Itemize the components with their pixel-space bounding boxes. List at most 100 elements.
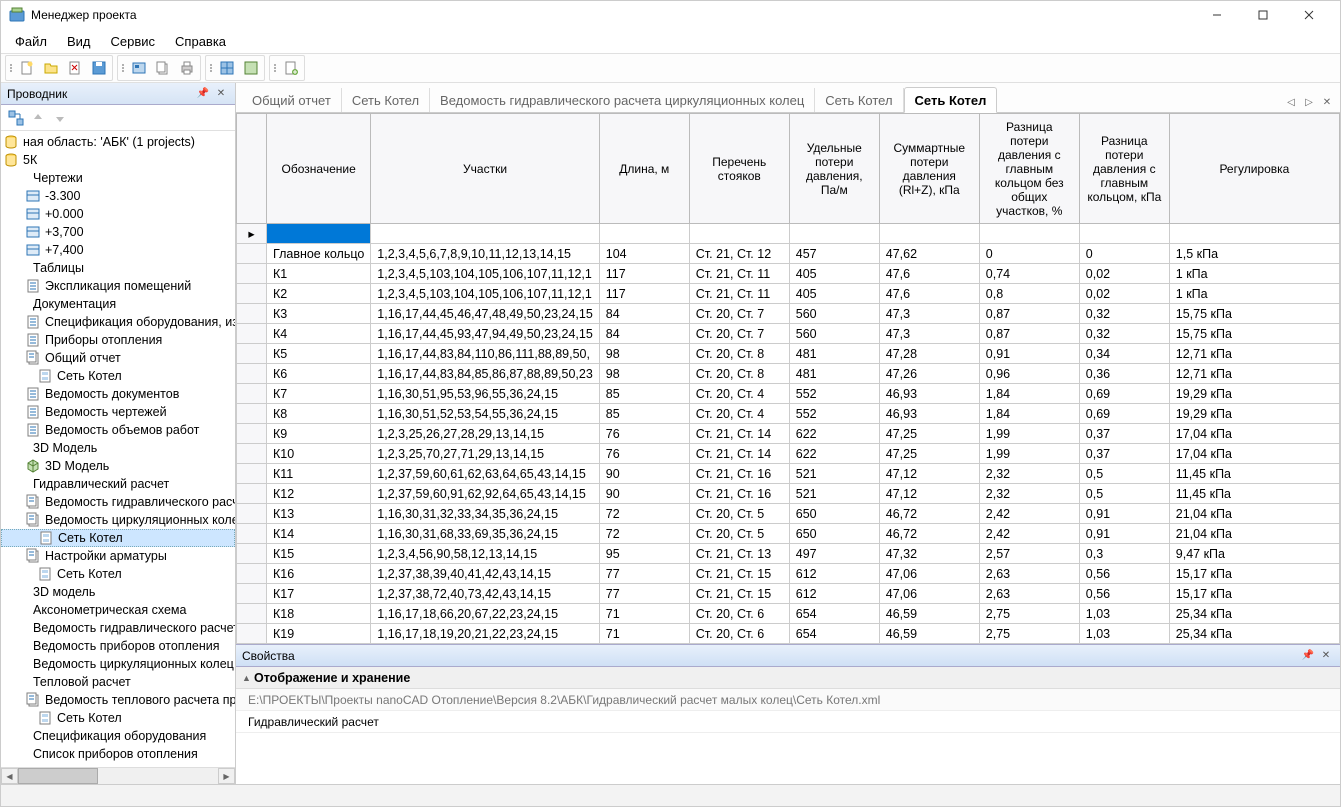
cell[interactable]: 47,06 — [879, 584, 979, 604]
cell[interactable]: 1,84 — [979, 384, 1079, 404]
cell[interactable]: 0,37 — [1079, 424, 1169, 444]
column-header[interactable]: Обозначение — [267, 114, 371, 224]
cell[interactable]: 1,16,17,44,83,84,85,86,87,88,89,50,23 — [371, 364, 599, 384]
cell[interactable]: 1,16,30,51,95,53,96,55,36,24,15 — [371, 384, 599, 404]
cell[interactable]: 622 — [789, 424, 879, 444]
cell[interactable]: 0,87 — [979, 324, 1079, 344]
cell[interactable]: Ст. 21, Ст. 15 — [689, 564, 789, 584]
cell[interactable]: 0,02 — [1079, 284, 1169, 304]
cell[interactable]: 1,2,3,4,5,103,104,105,106,107,11,12,1 — [371, 264, 599, 284]
cell[interactable]: Ст. 20, Ст. 7 — [689, 304, 789, 324]
cell[interactable]: 21,04 кПа — [1169, 504, 1339, 524]
row-header[interactable] — [237, 404, 267, 424]
cell[interactable]: Ст. 20, Ст. 5 — [689, 524, 789, 544]
cell[interactable]: 2,63 — [979, 584, 1079, 604]
cell[interactable]: 1 кПа — [1169, 264, 1339, 284]
tree-node[interactable]: Ведомость документов — [1, 385, 235, 403]
cell[interactable]: 1,2,3,25,26,27,28,29,13,14,15 — [371, 424, 599, 444]
cell[interactable]: 521 — [789, 484, 879, 504]
cell[interactable]: 19,29 кПа — [1169, 384, 1339, 404]
scroll-right-icon[interactable]: ▶ — [218, 768, 235, 784]
tree-node[interactable]: +7,400 — [1, 241, 235, 259]
cell[interactable]: 2,42 — [979, 524, 1079, 544]
cell[interactable]: 47,06 — [879, 564, 979, 584]
property-path[interactable]: E:\ПРОЕКТЫ\Проекты nanoCAD Отопление\Вер… — [236, 689, 1340, 711]
cell[interactable]: 2,57 — [979, 544, 1079, 564]
row-header[interactable] — [237, 264, 267, 284]
data-grid[interactable]: ОбозначениеУчасткиДлина, мПеречень стояк… — [236, 113, 1340, 644]
tree-node[interactable]: Ведомость циркуляционных колец — [1, 655, 235, 673]
tree-node[interactable]: Аксонометрическая схема — [1, 601, 235, 619]
cell[interactable]: 76 — [599, 424, 689, 444]
cell[interactable]: 25,34 кПа — [1169, 604, 1339, 624]
cell[interactable] — [689, 224, 789, 244]
cell[interactable]: 1,03 — [1079, 604, 1169, 624]
cell[interactable]: 1,2,37,38,39,40,41,42,43,14,15 — [371, 564, 599, 584]
cell[interactable]: 1,03 — [1079, 624, 1169, 644]
cell[interactable]: 77 — [599, 584, 689, 604]
tab-nav-close-icon[interactable]: ✕ — [1320, 97, 1334, 108]
copy-icon[interactable] — [152, 57, 174, 79]
cell[interactable]: 47,62 — [879, 244, 979, 264]
property-kind[interactable]: Гидравлический расчет — [236, 711, 1340, 733]
row-header[interactable] — [237, 364, 267, 384]
cell[interactable]: 1,2,3,4,5,103,104,105,106,107,11,12,1 — [371, 284, 599, 304]
tab[interactable]: Ведомость гидравлического расчета циркул… — [430, 88, 815, 112]
cell[interactable] — [879, 224, 979, 244]
row-header[interactable] — [237, 564, 267, 584]
row-header[interactable] — [237, 384, 267, 404]
cell[interactable]: К13 — [267, 504, 371, 524]
cell[interactable]: 2,42 — [979, 504, 1079, 524]
cell[interactable]: 1,16,17,18,66,20,67,22,23,24,15 — [371, 604, 599, 624]
grid-icon[interactable] — [216, 57, 238, 79]
cell[interactable]: 0,69 — [1079, 384, 1169, 404]
cell[interactable]: К3 — [267, 304, 371, 324]
row-header[interactable] — [237, 584, 267, 604]
tree-node[interactable]: Экспликация помещений — [1, 277, 235, 295]
cell[interactable]: 71 — [599, 604, 689, 624]
cell[interactable]: 0,5 — [1079, 464, 1169, 484]
cell[interactable]: 84 — [599, 324, 689, 344]
cell[interactable]: 15,17 кПа — [1169, 564, 1339, 584]
cell[interactable]: 497 — [789, 544, 879, 564]
row-header[interactable] — [237, 604, 267, 624]
cell[interactable]: 19,29 кПа — [1169, 404, 1339, 424]
table-row[interactable]: К41,16,17,44,45,93,47,94,49,50,23,24,158… — [237, 324, 1340, 344]
tree-node[interactable]: Сеть Котел — [1, 709, 235, 727]
tree-node[interactable]: Сеть Котел — [1, 529, 235, 547]
cell[interactable]: 481 — [789, 344, 879, 364]
cell[interactable]: 11,45 кПа — [1169, 484, 1339, 504]
cell[interactable]: 0,91 — [1079, 504, 1169, 524]
column-header[interactable]: Удельные потери давления, Па/м — [789, 114, 879, 224]
cell[interactable]: Ст. 20, Ст. 7 — [689, 324, 789, 344]
cell[interactable]: 0,32 — [1079, 324, 1169, 344]
cell[interactable]: 0,3 — [1079, 544, 1169, 564]
cell[interactable]: 47,3 — [879, 304, 979, 324]
table-row[interactable]: К31,16,17,44,45,46,47,48,49,50,23,24,158… — [237, 304, 1340, 324]
cell[interactable]: 521 — [789, 464, 879, 484]
cell[interactable]: 11,45 кПа — [1169, 464, 1339, 484]
tree-node[interactable]: 5К — [1, 151, 235, 169]
cell[interactable]: 654 — [789, 604, 879, 624]
column-header[interactable]: Длина, м — [599, 114, 689, 224]
project-icon[interactable] — [128, 57, 150, 79]
cell[interactable]: 47,32 — [879, 544, 979, 564]
cell[interactable]: 47,28 — [879, 344, 979, 364]
table-row[interactable]: К21,2,3,4,5,103,104,105,106,107,11,12,11… — [237, 284, 1340, 304]
cell[interactable]: 117 — [599, 284, 689, 304]
cell[interactable]: 1,2,37,59,60,91,62,92,64,65,43,14,15 — [371, 484, 599, 504]
cell[interactable]: 1,2,37,59,60,61,62,63,64,65,43,14,15 — [371, 464, 599, 484]
cell[interactable]: 1,16,17,44,45,46,47,48,49,50,23,24,15 — [371, 304, 599, 324]
cell[interactable] — [371, 224, 599, 244]
up-arrow-icon[interactable] — [27, 107, 49, 129]
cell[interactable]: 654 — [789, 624, 879, 644]
tree-node[interactable]: 3D Модель — [1, 457, 235, 475]
column-header[interactable]: Суммартные потери давления (Rl+Z), кПа — [879, 114, 979, 224]
cell[interactable] — [979, 224, 1079, 244]
tree-node[interactable]: Ведомость чертежей — [1, 403, 235, 421]
cell[interactable]: 1,99 — [979, 444, 1079, 464]
cell[interactable]: 104 — [599, 244, 689, 264]
cell[interactable]: 17,04 кПа — [1169, 424, 1339, 444]
table-row[interactable]: К51,16,17,44,83,84,110,86,111,88,89,50,9… — [237, 344, 1340, 364]
table-row[interactable]: К161,2,37,38,39,40,41,42,43,14,1577Ст. 2… — [237, 564, 1340, 584]
